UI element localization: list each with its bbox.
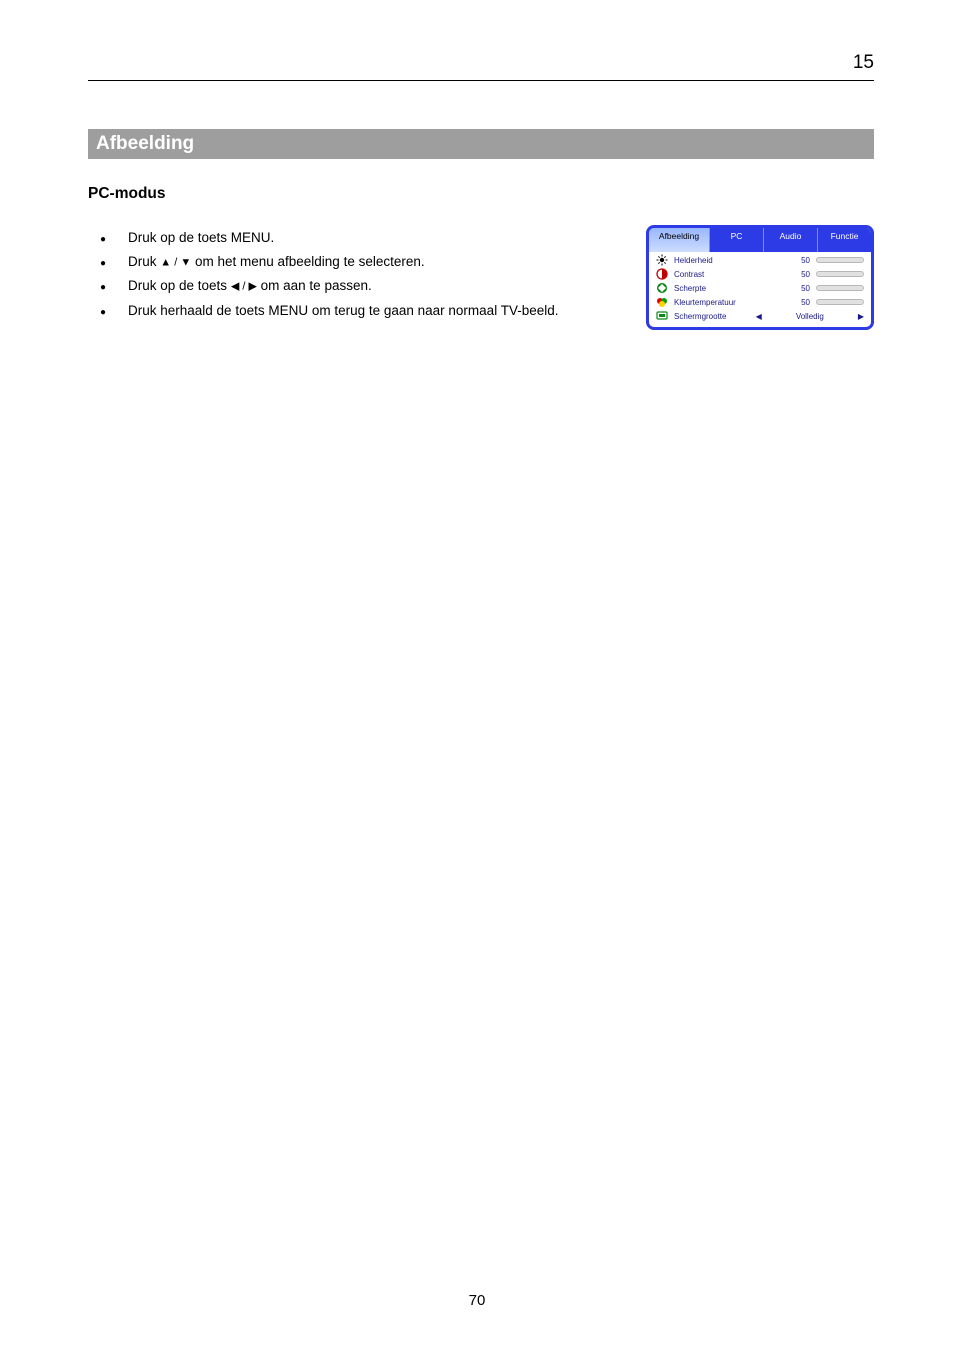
osd-value-text: Volledig	[796, 312, 824, 321]
arrow-right-icon[interactable]: ▶	[858, 312, 864, 321]
instruction-text: om aan te passen.	[257, 278, 372, 293]
osd-tab-functie[interactable]: Functie	[817, 228, 871, 252]
up-down-icon: ▲ / ▼	[160, 256, 191, 268]
instruction-list: Druk op de toets MENU. Druk ▲ / ▼ om het…	[88, 229, 614, 320]
instruction-text: Druk herhaald de toets MENU om terug te …	[128, 303, 558, 318]
list-item: Druk ▲ / ▼ om het menu afbeelding te sel…	[98, 253, 614, 271]
osd-row-screensize[interactable]: Schermgrootte ◀ Volledig ▶	[656, 309, 864, 323]
osd-tab-audio[interactable]: Audio	[763, 228, 817, 252]
instruction-text: Druk op de toets	[128, 278, 231, 293]
list-item: Druk op de toets ◀ / ▶ om aan te passen.	[98, 277, 614, 295]
osd-row-colortemp[interactable]: Kleurtemperatuur 50	[656, 295, 864, 309]
list-item: Druk herhaald de toets MENU om terug te …	[98, 302, 614, 320]
screensize-icon	[656, 310, 668, 322]
brightness-icon	[656, 254, 668, 266]
osd-row-contrast[interactable]: Contrast 50	[656, 267, 864, 281]
osd-value-arrows[interactable]: ◀ Volledig ▶	[756, 312, 864, 321]
osd-value: 50	[794, 256, 810, 265]
sharpness-icon	[656, 282, 668, 294]
osd-value: 50	[794, 298, 810, 307]
contrast-icon	[656, 268, 668, 280]
section-title: Afbeelding	[96, 133, 194, 154]
osd-label: Helderheid	[674, 256, 788, 265]
list-item: Druk op de toets MENU.	[98, 229, 614, 247]
osd-label: Schermgrootte	[674, 312, 740, 321]
instruction-text: om het menu afbeelding te selecteren.	[191, 254, 424, 269]
colortemp-icon	[656, 296, 668, 308]
osd-slider[interactable]	[816, 257, 864, 263]
osd-label: Kleurtemperatuur	[674, 298, 788, 307]
left-right-icon: ◀ / ▶	[231, 281, 257, 293]
osd-label: Contrast	[674, 270, 788, 279]
osd-tab-pc[interactable]: PC	[709, 228, 763, 252]
osd-row-brightness[interactable]: Helderheid 50	[656, 253, 864, 267]
instruction-text: Druk	[128, 254, 160, 269]
arrow-left-icon[interactable]: ◀	[756, 312, 762, 321]
osd-slider[interactable]	[816, 299, 864, 305]
osd-tab-bar: Afbeelding PC Audio Functie	[649, 228, 871, 252]
osd-body: Helderheid 50 Contrast 50	[649, 252, 871, 327]
osd-slider[interactable]	[816, 285, 864, 291]
osd-label: Scherpte	[674, 284, 788, 293]
osd-row-sharpness[interactable]: Scherpte 50	[656, 281, 864, 295]
page-number: 70	[0, 1292, 954, 1309]
header-right: 15	[853, 52, 874, 74]
section-title-band: Afbeelding	[88, 129, 874, 159]
osd-value: 50	[794, 270, 810, 279]
osd-panel: Afbeelding PC Audio Functie Helderheid 5…	[646, 225, 874, 330]
instruction-text: Druk op de toets MENU.	[128, 230, 274, 245]
osd-slider[interactable]	[816, 271, 864, 277]
osd-value: 50	[794, 284, 810, 293]
page-divider	[88, 80, 874, 81]
subheading-pc-modus: PC-modus	[88, 185, 874, 203]
osd-tab-afbeelding[interactable]: Afbeelding	[649, 228, 709, 252]
